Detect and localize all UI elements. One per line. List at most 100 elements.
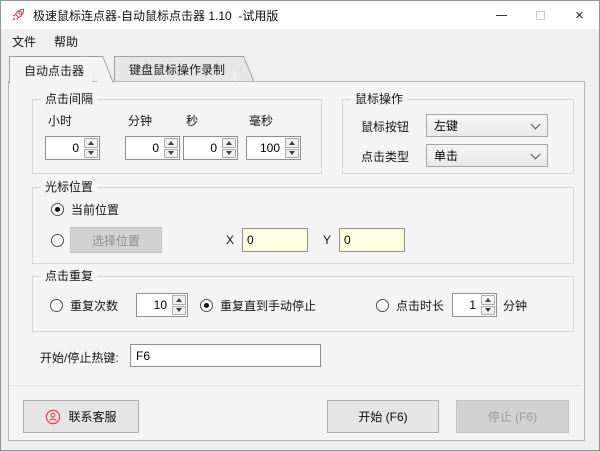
minutes-spinner[interactable]: 0 — [125, 136, 180, 160]
triangle-down-icon — [168, 151, 174, 156]
mouse-button-label: 鼠标按钮 — [361, 120, 410, 134]
y-label: Y — [323, 233, 332, 247]
minutes-label: 分钟 — [128, 114, 153, 128]
spin-up-button[interactable] — [172, 295, 187, 305]
close-icon: × — [575, 6, 584, 24]
tab-label: 键盘鼠标操作录制 — [129, 62, 226, 77]
repeat-count-label: 重复次数 — [70, 298, 119, 313]
seconds-label: 秒 — [186, 114, 199, 128]
close-button[interactable]: × — [560, 1, 599, 29]
mouse-button-select[interactable]: 左键 — [426, 114, 548, 137]
contact-person-icon — [46, 409, 61, 424]
click-type-value: 单击 — [434, 149, 459, 163]
triangle-down-icon — [226, 151, 232, 156]
hours-value[interactable]: 0 — [46, 137, 83, 159]
pick-position-row: 选择位置 X 0 Y 0 — [51, 227, 406, 253]
group-title: 鼠标操作 — [351, 92, 408, 107]
radio-click-duration[interactable] — [376, 298, 390, 312]
y-input[interactable]: 0 — [339, 228, 406, 252]
group-title: 光标位置 — [41, 180, 98, 195]
minimize-icon — [496, 14, 507, 16]
x-label: X — [226, 233, 235, 247]
radio-pick-position[interactable] — [51, 233, 64, 247]
radio-current-position[interactable] — [51, 203, 64, 216]
spin-down-button[interactable] — [285, 148, 299, 158]
rocket-app-icon — [12, 8, 25, 21]
window-title: 极速鼠标连点器-自动鼠标点击器 1.10 -试用版 — [33, 8, 279, 23]
click-type-label: 点击类型 — [361, 150, 410, 164]
triangle-down-icon — [176, 308, 183, 313]
group-click-repeat: 点击重复 重复次数 10 重复直到手动停止 点击时长 1 分钟 — [32, 269, 574, 332]
spin-down-button[interactable] — [222, 148, 236, 158]
radio-repeat-count[interactable] — [50, 298, 63, 312]
tab-label: 自动点击器 — [24, 63, 85, 78]
spin-buttons — [284, 137, 300, 159]
spin-up-button[interactable] — [84, 138, 98, 148]
milliseconds-label: 毫秒 — [249, 114, 274, 128]
seconds-value[interactable]: 0 — [184, 137, 221, 159]
menu-item-help[interactable]: 帮助 — [45, 29, 87, 54]
start-button-label: 开始 (F6) — [358, 410, 408, 424]
x-input[interactable]: 0 — [242, 228, 309, 252]
click-duration-label: 点击时长 — [396, 298, 445, 313]
group-title: 点击重复 — [41, 269, 98, 284]
spin-up-button[interactable] — [285, 138, 299, 148]
triangle-down-icon — [289, 151, 295, 156]
contact-support-button[interactable]: 联系客服 — [23, 400, 139, 433]
menubar: 文件 帮助 — [1, 29, 599, 54]
pick-position-button[interactable]: 选择位置 — [70, 227, 162, 253]
triangle-up-icon — [485, 297, 492, 302]
group-title: 点击间隔 — [41, 92, 98, 107]
spin-buttons — [480, 294, 497, 316]
spin-buttons — [163, 137, 179, 159]
tab-auto-clicker[interactable]: 自动点击器 — [9, 56, 93, 83]
duration-unit-label: 分钟 — [503, 298, 528, 313]
triangle-up-icon — [168, 140, 174, 145]
stop-button[interactable]: 停止 (F6) — [456, 400, 569, 433]
seconds-spinner[interactable]: 0 — [183, 136, 238, 160]
triangle-up-icon — [226, 140, 232, 145]
spin-up-button[interactable] — [222, 138, 236, 148]
triangle-up-icon — [176, 297, 183, 302]
hotkey-input[interactable]: F6 — [130, 344, 321, 367]
milliseconds-spinner[interactable]: 100 — [246, 136, 301, 160]
group-cursor-position: 光标位置 当前位置 选择位置 X 0 Y 0 — [32, 180, 574, 264]
start-button[interactable]: 开始 (F6) — [327, 400, 439, 433]
spin-down-button[interactable] — [164, 148, 178, 158]
triangle-down-icon — [88, 151, 94, 156]
footer-separator — [10, 385, 583, 386]
spin-down-button[interactable] — [84, 148, 98, 158]
titlebar: 极速鼠标连点器-自动鼠标点击器 1.10 -试用版 × — [1, 1, 599, 29]
spin-buttons — [221, 137, 237, 159]
contact-support-label: 联系客服 — [68, 410, 117, 424]
maximize-icon — [536, 10, 545, 20]
click-type-select[interactable]: 单击 — [426, 144, 548, 167]
content-panel: 点击间隔 小时 0 分钟 0 秒 0 毫秒 100 鼠标操作 鼠标按钮 左键 点… — [8, 81, 585, 441]
maximize-button[interactable] — [521, 1, 560, 29]
repeat-count-spinner[interactable]: 10 — [136, 293, 189, 317]
current-position-row: 当前位置 — [51, 201, 119, 218]
tab-keyboard-mouse-record[interactable]: 键盘鼠标操作录制 — [114, 56, 234, 81]
spin-up-button[interactable] — [164, 138, 178, 148]
minimize-button[interactable] — [482, 1, 521, 29]
triangle-up-icon — [88, 140, 94, 145]
hours-spinner[interactable]: 0 — [45, 136, 100, 160]
repeat-options-row: 重复次数 10 重复直到手动停止 点击时长 1 分钟 — [50, 293, 527, 317]
minutes-value[interactable]: 0 — [126, 137, 163, 159]
current-position-label: 当前位置 — [71, 203, 120, 217]
stop-button-label: 停止 (F6) — [487, 410, 538, 424]
menu-item-file[interactable]: 文件 — [3, 29, 45, 54]
group-mouse-action: 鼠标操作 鼠标按钮 左键 点击类型 单击 — [342, 92, 574, 174]
app-window: 极速鼠标连点器-自动鼠标点击器 1.10 -试用版 × 文件 帮助 自动点击器 … — [0, 0, 600, 451]
spin-up-button[interactable] — [481, 295, 496, 305]
group-click-interval: 点击间隔 小时 0 分钟 0 秒 0 毫秒 100 — [32, 92, 322, 174]
duration-value[interactable]: 1 — [453, 294, 480, 316]
radio-repeat-until-stop[interactable] — [200, 298, 214, 312]
duration-spinner[interactable]: 1 — [452, 293, 498, 317]
milliseconds-value[interactable]: 100 — [247, 137, 284, 159]
triangle-up-icon — [289, 140, 295, 145]
repeat-count-value[interactable]: 10 — [137, 294, 171, 316]
spin-buttons — [83, 137, 99, 159]
spin-down-button[interactable] — [172, 305, 187, 315]
spin-down-button[interactable] — [481, 305, 496, 315]
